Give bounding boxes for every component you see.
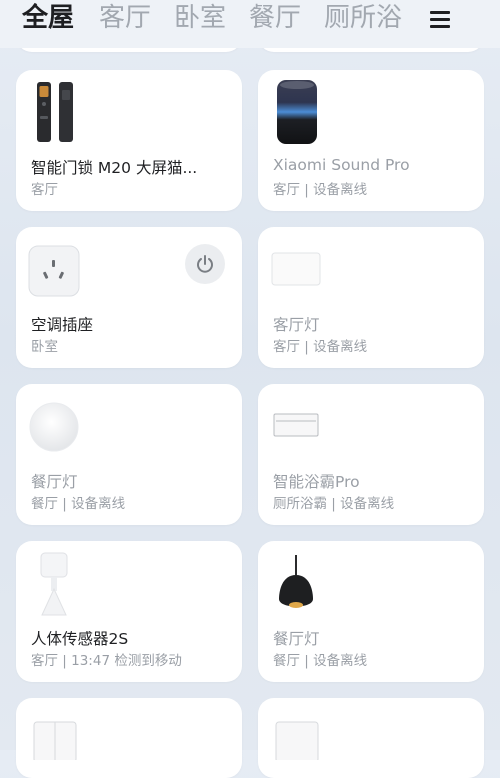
device-card-wall-switch[interactable] bbox=[16, 698, 242, 778]
room-tab-bar: 全屋 客厅 卧室 餐厅 厕所浴 bbox=[0, 0, 500, 48]
device-status: 客厅 | 设备离线 bbox=[273, 339, 368, 355]
device-status: 客厅 | 13:47 检测到移动 bbox=[31, 653, 182, 669]
device-name: 智能浴霸Pro bbox=[273, 473, 360, 491]
tab-dining-room[interactable]: 餐厅 bbox=[249, 0, 301, 36]
door-lock-icon bbox=[37, 82, 73, 142]
device-card-living-room-light[interactable]: 客厅灯 客厅 | 设备离线 bbox=[258, 227, 484, 368]
smart-speaker-icon bbox=[277, 80, 317, 144]
tab-bedroom[interactable]: 卧室 bbox=[174, 0, 226, 36]
device-status: 厕所浴霸 | 设备离线 bbox=[273, 496, 395, 512]
device-card-door-lock[interactable]: 智能门锁 M20 大屏猫... 客厅 bbox=[16, 70, 242, 211]
device-name: 客厅灯 bbox=[273, 316, 320, 334]
device-card-ac-plug[interactable]: 空调插座 卧室 bbox=[16, 227, 242, 368]
tab-whole-house[interactable]: 全屋 bbox=[22, 0, 74, 36]
tab-living-room[interactable]: 客厅 bbox=[99, 0, 151, 36]
device-card-dining-pendant[interactable]: 餐厅灯 餐厅 | 设备离线 bbox=[258, 541, 484, 682]
device-name: 人体传感器2S bbox=[31, 630, 129, 648]
motion-sensor-icon bbox=[40, 552, 68, 616]
wall-switch-icon bbox=[275, 721, 319, 760]
device-card-bath-heater[interactable]: 智能浴霸Pro 厕所浴霸 | 设备离线 bbox=[258, 384, 484, 525]
device-name: Xiaomi Sound Pro bbox=[273, 156, 410, 174]
bath-heater-icon bbox=[273, 413, 319, 437]
device-card-sound-pro[interactable]: Xiaomi Sound Pro 客厅 | 设备离线 bbox=[258, 70, 484, 211]
device-status: 餐厅 | 设备离线 bbox=[273, 653, 368, 669]
ceiling-panel-light-icon bbox=[271, 252, 321, 286]
device-status: 客厅 | 设备离线 bbox=[273, 182, 368, 198]
device-name: 餐厅灯 bbox=[31, 473, 78, 491]
device-card-motion-sensor[interactable]: 人体传感器2S 客厅 | 13:47 检测到移动 bbox=[16, 541, 242, 682]
device-name: 智能门锁 M20 大屏猫... bbox=[31, 159, 198, 177]
device-status: 客厅 bbox=[31, 182, 58, 198]
device-status: 餐厅 | 设备离线 bbox=[31, 496, 126, 512]
pendant-lamp-icon bbox=[279, 555, 313, 608]
device-card-wall-switch[interactable] bbox=[258, 698, 484, 778]
power-icon bbox=[197, 255, 213, 273]
wall-switch-icon bbox=[33, 721, 77, 760]
hamburger-menu-icon[interactable] bbox=[426, 6, 456, 36]
power-toggle-button[interactable] bbox=[185, 244, 225, 284]
device-name: 餐厅灯 bbox=[273, 630, 320, 648]
smart-plug-icon bbox=[28, 245, 80, 297]
device-card-dining-light[interactable]: 餐厅灯 餐厅 | 设备离线 bbox=[16, 384, 242, 525]
round-ceiling-light-icon bbox=[29, 402, 79, 452]
device-status: 卧室 bbox=[31, 339, 58, 355]
tab-bathroom[interactable]: 厕所浴 bbox=[324, 0, 402, 36]
device-name: 空调插座 bbox=[31, 316, 94, 334]
